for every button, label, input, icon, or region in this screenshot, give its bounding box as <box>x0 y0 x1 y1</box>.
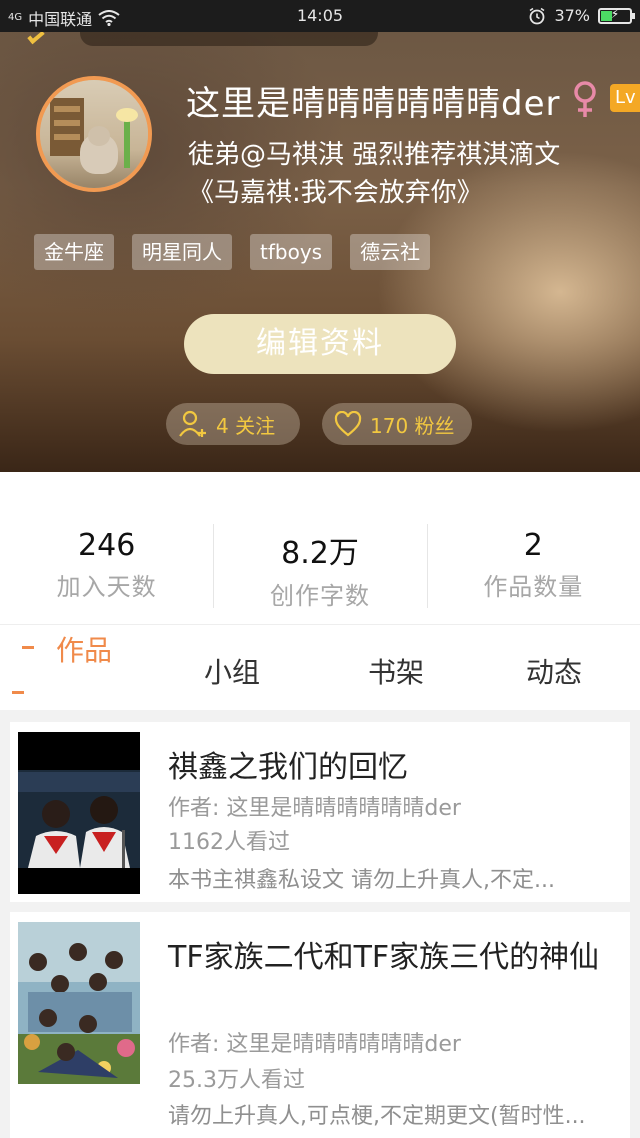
alarm-icon <box>529 7 545 24</box>
tab-groups[interactable]: 小组 <box>204 651 260 691</box>
profile-header: 这里是晴晴晴晴晴晴der Lv 徒弟@马祺淇 强烈推荐祺淇滴文 《马嘉祺:我不会… <box>0 32 640 472</box>
tag-item[interactable]: 明星同人 <box>132 234 232 270</box>
edit-profile-button[interactable]: 编辑资料 <box>184 314 456 374</box>
profile-tags: 金牛座 明星同人 tfboys 德云社 <box>34 234 431 270</box>
stat-value: 246 <box>78 528 136 563</box>
stat-value: 8.2万 <box>281 536 359 571</box>
profile-bio: 徒弟@马祺淇 强烈推荐祺淇滴文 《马嘉祺:我不会放弃你》 <box>188 136 628 212</box>
work-description: 本书主祺鑫私设文 请勿上升真人,不定... <box>168 868 555 893</box>
work-author: 作者: 这里是晴晴晴晴晴晴der <box>168 796 461 821</box>
add-user-icon <box>179 410 206 437</box>
stat-value: 2 <box>523 528 543 563</box>
avatar[interactable] <box>36 76 152 192</box>
avatar-plant <box>116 108 138 168</box>
tab-bookshelf[interactable]: 书架 <box>368 651 424 691</box>
stat-label: 作品数量 <box>483 573 584 601</box>
tag-item[interactable]: 金牛座 <box>34 234 114 270</box>
stat-works-count: 2 作品数量 <box>426 472 640 624</box>
work-card[interactable]: 祺鑫之我们的回忆 作者: 这里是晴晴晴晴晴晴der 1162人看过 本书主祺鑫私… <box>10 722 630 902</box>
bio-line-2: 《马嘉祺:我不会放弃你》 <box>188 178 483 208</box>
heart-icon <box>334 411 362 437</box>
work-cover-image[interactable] <box>18 732 140 894</box>
works-list: 祺鑫之我们的回忆 作者: 这里是晴晴晴晴晴晴der 1162人看过 本书主祺鑫私… <box>0 710 640 1138</box>
stat-label: 创作字数 <box>269 582 370 610</box>
charging-icon: ⚡ <box>610 6 620 21</box>
back-icon[interactable] <box>27 32 45 45</box>
battery-icon: ⚡ <box>598 6 635 24</box>
work-title[interactable]: 祺鑫之我们的回忆 <box>168 742 408 786</box>
work-author: 作者: 这里是晴晴晴晴晴晴der <box>168 1032 461 1057</box>
following-button[interactable]: 4 关注 <box>166 403 300 445</box>
stats-bar: 246 加入天数 8.2万 创作字数 2 作品数量 <box>0 472 640 624</box>
fans-count: 170 粉丝 <box>370 413 455 438</box>
work-cover-image[interactable] <box>18 922 140 1084</box>
avatar-cat <box>80 126 118 174</box>
level-badge: Lv <box>610 84 640 112</box>
battery-percent: 37% <box>554 6 590 25</box>
fans-button[interactable]: 170 粉丝 <box>322 403 472 445</box>
active-tab-indicator <box>22 646 34 649</box>
status-bar: 4G 中国联通 14:05 37% ⚡ <box>0 0 640 32</box>
content-tabs: 作品 小组 书架 动态 <box>0 624 640 710</box>
work-description: 请勿上升真人,可点梗,不定期更文(暂时性... <box>168 1104 586 1129</box>
status-right: 37% ⚡ <box>528 6 635 25</box>
active-tab-underline <box>12 691 24 694</box>
header-search-bar[interactable] <box>80 32 378 46</box>
avatar-shelf <box>50 98 84 156</box>
work-title[interactable]: TF家族二代和TF家族三代的神仙 <box>168 932 599 976</box>
username: 这里是晴晴晴晴晴晴der <box>186 84 561 124</box>
following-count: 4 关注 <box>216 413 276 438</box>
stat-label: 加入天数 <box>56 573 157 601</box>
work-views: 25.3万人看过 <box>168 1068 305 1093</box>
stat-join-days: 246 加入天数 <box>0 472 213 624</box>
tab-works[interactable]: 作品 <box>56 629 112 669</box>
tab-activity[interactable]: 动态 <box>526 651 582 691</box>
tag-item[interactable]: tfboys <box>250 234 333 270</box>
tag-item[interactable]: 德云社 <box>350 234 431 270</box>
stat-word-count: 8.2万 创作字数 <box>213 472 426 624</box>
bio-line-1: 徒弟@马祺淇 强烈推荐祺淇滴文 <box>188 140 561 170</box>
work-views: 1162人看过 <box>168 830 290 855</box>
work-card[interactable]: TF家族二代和TF家族三代的神仙 作者: 这里是晴晴晴晴晴晴der 25.3万人… <box>10 912 630 1138</box>
female-gender-icon <box>574 81 596 117</box>
